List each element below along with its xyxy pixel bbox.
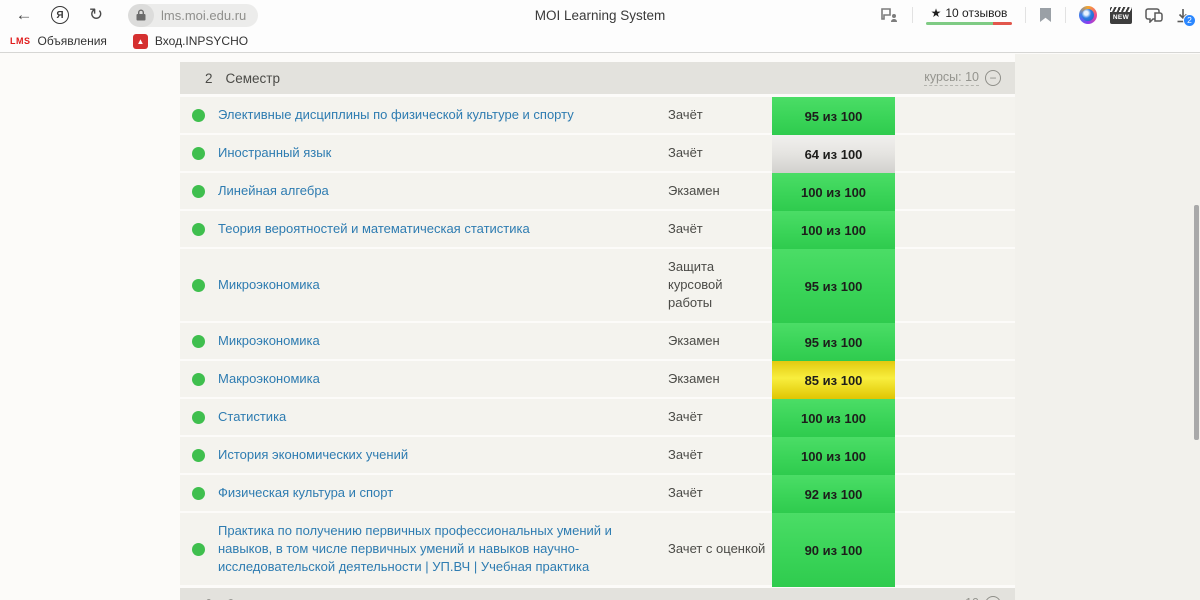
score-badge: 95 из 100 bbox=[772, 323, 895, 361]
course-link[interactable]: Микроэкономика bbox=[218, 323, 618, 359]
course-link[interactable]: Элективные дисциплины по физической куль… bbox=[218, 97, 618, 133]
toolbar-right-icons: ★ 10 отзывов NEW 2 bbox=[880, 6, 1196, 27]
score-badge: 64 из 100 bbox=[772, 135, 895, 173]
collapse-icon[interactable]: − bbox=[985, 70, 1001, 86]
course-link[interactable]: Статистика bbox=[218, 399, 618, 435]
downloads-icon[interactable]: 2 bbox=[1176, 8, 1196, 27]
url-text: lms.moi.edu.ru bbox=[161, 7, 247, 23]
status-dot-icon bbox=[192, 334, 205, 348]
course-row: Физическая культура и спорт Зачёт 92 из … bbox=[180, 475, 1015, 513]
lock-icon[interactable] bbox=[128, 3, 154, 27]
assessment-type: Зачёт bbox=[668, 145, 703, 160]
course-row: История экономических учений Зачёт 100 и… bbox=[180, 437, 1015, 475]
address-bar[interactable]: lms.moi.edu.ru bbox=[128, 3, 259, 27]
course-link[interactable]: Практика по получению первичных професси… bbox=[218, 513, 618, 585]
extension-orb-icon[interactable] bbox=[1079, 6, 1097, 24]
status-dot-icon bbox=[192, 542, 205, 556]
assessment-type: Экзамен bbox=[668, 183, 720, 198]
assessment-type: Зачёт bbox=[668, 107, 703, 122]
separator bbox=[1025, 7, 1026, 23]
refresh-button[interactable]: ↻ bbox=[82, 3, 110, 27]
course-row: Практика по получению первичных професси… bbox=[180, 513, 1015, 587]
course-row: Теория вероятностей и математическая ста… bbox=[180, 211, 1015, 249]
course-row: Микроэкономика Экзамен 95 из 100 «Отличн… bbox=[180, 323, 1015, 361]
score-badge: 90 из 100 bbox=[772, 513, 895, 587]
downloads-count-badge: 2 bbox=[1183, 13, 1196, 27]
status-dot-icon bbox=[192, 184, 205, 198]
score-badge: 100 из 100 bbox=[772, 211, 895, 249]
reviews-label: 10 отзывов bbox=[945, 5, 1008, 20]
yandex-home-button[interactable]: Я bbox=[46, 3, 74, 27]
course-link[interactable]: Теория вероятностей и математическая ста… bbox=[218, 211, 618, 247]
expand-icon[interactable]: + bbox=[985, 596, 1001, 600]
course-link[interactable]: Иностранный язык bbox=[218, 135, 618, 171]
status-dot-icon bbox=[192, 146, 205, 160]
protect-icon[interactable] bbox=[880, 7, 899, 23]
reviews-button[interactable]: ★ 10 отзывов bbox=[926, 6, 1012, 25]
side-panel-icon[interactable] bbox=[1145, 7, 1163, 23]
score-badge: 95 из 100 bbox=[772, 249, 895, 323]
semester-table: 2 Семестр курсы: 10 − Элективные дисципл… bbox=[180, 54, 1015, 600]
status-dot-icon bbox=[192, 486, 205, 500]
bookmark-announcements[interactable]: LMS Объявления bbox=[10, 34, 107, 48]
assessment-type: Зачёт bbox=[668, 447, 703, 462]
star-icon: ★ bbox=[930, 5, 942, 20]
status-dot-icon bbox=[192, 108, 205, 122]
course-row: Макроэкономика Экзамен 85 из 100 «Хорошо… bbox=[180, 361, 1015, 399]
course-row: Микроэкономика Защита курсовой работы 95… bbox=[180, 249, 1015, 323]
semester-3-header: 3 Семестр курсы: 10 + bbox=[180, 588, 1015, 600]
course-link[interactable]: Макроэкономика bbox=[218, 361, 618, 397]
page-right-margin bbox=[1015, 54, 1200, 600]
status-dot-icon bbox=[192, 222, 205, 236]
semester-3-expand-toggle[interactable]: курсы: 10 + bbox=[924, 596, 1001, 600]
course-row: Иностранный язык Зачёт 64 из 100 «Зачтен… bbox=[180, 135, 1015, 173]
assessment-type: Зачёт bbox=[668, 485, 703, 500]
back-button[interactable]: ← bbox=[10, 3, 38, 27]
assessment-type: Защита курсовой работы bbox=[668, 259, 723, 310]
score-badge: 92 из 100 bbox=[772, 475, 895, 513]
assessment-type: Зачет с оценкой bbox=[668, 541, 766, 556]
assessment-type: Экзамен bbox=[668, 371, 720, 386]
lms-page: 2 Семестр курсы: 10 − Элективные дисципл… bbox=[0, 54, 1200, 600]
course-link[interactable]: Линейная алгебра bbox=[218, 173, 618, 209]
browser-toolbar: ← Я ↻ lms.moi.edu.ru MOI Learning System… bbox=[0, 0, 1200, 30]
score-badge: 100 из 100 bbox=[772, 437, 895, 475]
new-videos-icon[interactable]: NEW bbox=[1110, 6, 1132, 24]
course-link[interactable]: История экономических учений bbox=[218, 437, 618, 473]
bookmark-icon[interactable] bbox=[1039, 7, 1052, 23]
score-badge: 100 из 100 bbox=[772, 399, 895, 437]
status-dot-icon bbox=[192, 278, 205, 292]
course-row: Статистика Зачёт 100 из 100 «Зачтено» bbox=[180, 399, 1015, 437]
assessment-type: Экзамен bbox=[668, 333, 720, 348]
course-row: Линейная алгебра Экзамен 100 из 100 «Отл… bbox=[180, 173, 1015, 211]
separator bbox=[1065, 7, 1066, 23]
courses-count-link[interactable]: курсы: 10 bbox=[924, 596, 979, 600]
courses-count-link[interactable]: курсы: 10 bbox=[924, 70, 979, 86]
score-badge: 100 из 100 bbox=[772, 173, 895, 211]
status-dot-icon bbox=[192, 448, 205, 462]
scrollbar-thumb[interactable] bbox=[1194, 205, 1199, 440]
bookmarks-bar: LMS Объявления ▲ Вход.INPSYCHO bbox=[0, 30, 1200, 53]
status-dot-icon bbox=[192, 410, 205, 424]
course-rows: Элективные дисциплины по физической куль… bbox=[180, 97, 1015, 587]
semester-2-header: 2 Семестр курсы: 10 − bbox=[180, 62, 1015, 94]
assessment-type: Зачёт bbox=[668, 221, 703, 236]
separator bbox=[912, 7, 913, 23]
reviews-rating-bar bbox=[926, 21, 1012, 25]
inpsycho-favicon: ▲ bbox=[132, 33, 148, 49]
semester-2-collapse-toggle[interactable]: курсы: 10 − bbox=[924, 70, 1001, 86]
course-link[interactable]: Микроэкономика bbox=[218, 267, 618, 303]
bookmark-inpsycho-login[interactable]: ▲ Вход.INPSYCHO bbox=[132, 33, 248, 49]
score-badge: 85 из 100 bbox=[772, 361, 895, 399]
yandex-icon: Я bbox=[51, 6, 69, 24]
lms-favicon: LMS bbox=[10, 36, 31, 46]
course-row: Элективные дисциплины по физической куль… bbox=[180, 97, 1015, 135]
assessment-type: Зачёт bbox=[668, 409, 703, 424]
score-badge: 95 из 100 bbox=[772, 97, 895, 135]
status-dot-icon bbox=[192, 372, 205, 386]
course-link[interactable]: Физическая культура и спорт bbox=[218, 475, 618, 511]
